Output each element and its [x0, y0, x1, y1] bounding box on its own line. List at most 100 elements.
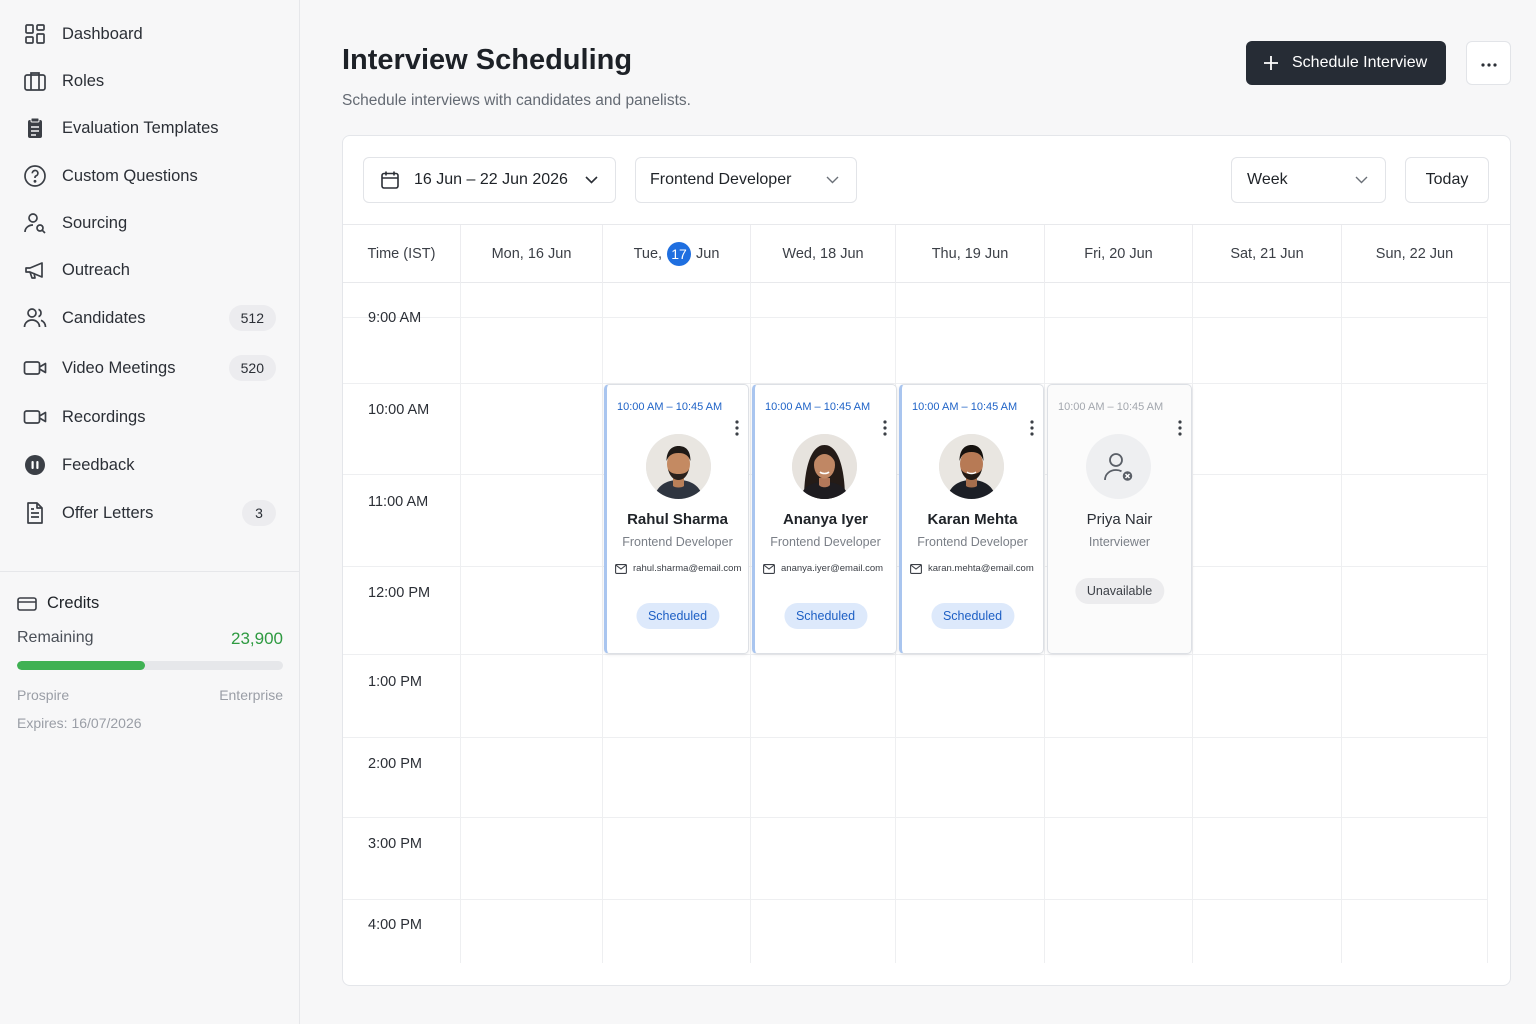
chevron-down-icon: [1355, 173, 1369, 187]
page-title: Interview Scheduling: [342, 44, 633, 76]
calendar-icon: [380, 170, 400, 190]
day-header-tue[interactable]: Tue, 17 Jun: [603, 225, 751, 283]
day-header-thu[interactable]: Thu, 19 Jun: [896, 225, 1045, 283]
time-column-header: Time (IST): [343, 225, 461, 283]
credits-expiry: Expires: 16/07/2026: [17, 715, 142, 731]
count-badge: 3: [242, 500, 276, 526]
day-label: Fri, 20 Jun: [1084, 246, 1153, 262]
candidate-name: Ananya Iyer: [782, 511, 869, 528]
pause-circle-icon: [22, 452, 48, 478]
credits-progress-fill: [17, 661, 145, 670]
sidebar-item-evaluation-templates[interactable]: Evaluation Templates: [22, 108, 276, 148]
sidebar-item-label: Sourcing: [62, 213, 128, 232]
view-select[interactable]: Week: [1231, 157, 1386, 203]
count-badge: 520: [228, 355, 276, 381]
user-search-icon: [22, 210, 48, 236]
sidebar-item-recordings[interactable]: Recordings: [22, 397, 276, 437]
status-badge: Scheduled: [635, 603, 720, 629]
day-label: Mon, 16 Jun: [491, 246, 572, 262]
plus-icon: [1262, 54, 1280, 72]
sidebar-item-label: Candidates: [62, 308, 146, 327]
day-header-sat[interactable]: Sat, 21 Jun: [1193, 225, 1342, 283]
kebab-menu-icon[interactable]: [880, 419, 890, 437]
grid-column-divider: [460, 283, 461, 963]
avatar: [939, 434, 1004, 499]
sidebar-item-label: Evaluation Templates: [62, 118, 219, 137]
kebab-menu-icon[interactable]: [732, 419, 742, 437]
sidebar: Dashboard Roles Evaluation Templates Cus…: [0, 0, 300, 1024]
plan-row: Prospire Enterprise: [17, 687, 283, 703]
time-label: 12:00 PM: [368, 585, 431, 601]
event-time: 10:00 AM – 10:45 AM: [1058, 401, 1164, 413]
mail-icon: [615, 563, 627, 574]
credits-remaining-row: Remaining 23,900: [17, 629, 283, 649]
sidebar-item-video-meetings[interactable]: Video Meetings 520: [22, 348, 276, 388]
count-badge: 512: [228, 305, 276, 331]
grid-column-divider: [1341, 283, 1342, 963]
sidebar-item-candidates[interactable]: Candidates 512: [22, 298, 276, 338]
kebab-menu-icon[interactable]: [1027, 419, 1037, 437]
day-header-mon[interactable]: Mon, 16 Jun: [461, 225, 603, 283]
grid-icon: [22, 21, 48, 47]
grid-hour-line: [343, 899, 1488, 900]
today-button-label: Today: [1425, 171, 1469, 188]
day-header-fri[interactable]: Fri, 20 Jun: [1045, 225, 1193, 283]
sidebar-item-sourcing[interactable]: Sourcing: [22, 203, 276, 243]
time-label: 10:00 AM: [368, 402, 430, 418]
view-value: Week: [1247, 171, 1288, 188]
interview-event-card[interactable]: 10:00 AM – 10:45 AM Rahul Sharma Fronten…: [604, 384, 749, 654]
sidebar-item-outreach[interactable]: Outreach: [22, 250, 276, 290]
sidebar-item-feedback[interactable]: Feedback: [22, 445, 276, 485]
candidate-name: Karan Mehta: [927, 511, 1018, 528]
sidebar-item-offer-letters[interactable]: Offer Letters 3: [22, 493, 276, 533]
today-button[interactable]: Today: [1405, 157, 1489, 203]
mail-icon: [910, 563, 922, 574]
event-time: 10:00 AM – 10:45 AM: [765, 401, 871, 413]
status-badge: Scheduled: [930, 603, 1015, 629]
sidebar-item-custom-questions[interactable]: Custom Questions: [22, 156, 276, 196]
plan-next: Enterprise: [219, 687, 283, 703]
credits-progress-bar: [17, 661, 283, 670]
credit-card-icon: [17, 595, 39, 613]
sidebar-item-label: Roles: [62, 71, 105, 90]
time-label: 4:00 PM: [368, 917, 422, 933]
sidebar-item-label: Video Meetings: [62, 358, 176, 377]
interviewer-name: Priya Nair: [1086, 511, 1153, 528]
ellipsis-icon: [1480, 54, 1498, 72]
status-badge: Scheduled: [783, 603, 868, 629]
time-label: 1:00 PM: [368, 674, 422, 690]
event-time: 10:00 AM – 10:45 AM: [617, 401, 723, 413]
chevron-down-icon: [826, 173, 840, 187]
time-label: 11:00 AM: [368, 494, 429, 510]
date-range-picker[interactable]: 16 Jun – 22 Jun 2026: [363, 157, 616, 203]
day-header-wed[interactable]: Wed, 18 Jun: [751, 225, 896, 283]
user-unavailable-icon: [1086, 434, 1151, 499]
more-options-button[interactable]: [1466, 41, 1511, 85]
sidebar-item-label: Offer Letters: [62, 503, 154, 522]
plan-current: Prospire: [17, 687, 70, 703]
interview-event-card[interactable]: 10:00 AM – 10:45 AM Karan Mehta Frontend…: [899, 384, 1044, 654]
role-filter-select[interactable]: Frontend Developer: [635, 157, 857, 203]
candidate-role: Frontend Developer: [770, 535, 881, 549]
megaphone-icon: [22, 257, 48, 283]
day-label: Tue,: [633, 246, 663, 262]
kebab-menu-icon[interactable]: [1175, 419, 1185, 437]
credits-remaining-value: 23,900: [231, 629, 283, 648]
day-header-sun[interactable]: Sun, 22 Jun: [1342, 225, 1488, 283]
sidebar-item-roles[interactable]: Roles: [22, 61, 276, 101]
sidebar-item-dashboard[interactable]: Dashboard: [22, 14, 276, 54]
grid-column-divider: [1487, 283, 1488, 963]
time-label: 3:00 PM: [368, 836, 422, 852]
briefcase-icon: [22, 68, 48, 94]
schedule-interview-button[interactable]: Schedule Interview: [1246, 41, 1446, 85]
candidate-email: karan.mehta@email.com: [910, 563, 1039, 574]
interviewer-unavailable-card[interactable]: 10:00 AM – 10:45 AM Priya Nair Interview…: [1047, 384, 1192, 654]
interviewer-role: Interviewer: [1088, 535, 1151, 549]
day-label-suffix: Jun: [696, 246, 720, 262]
question-circle-icon: [22, 163, 48, 189]
schedule-interview-label: Schedule Interview: [1292, 54, 1428, 71]
day-label: Thu, 19 Jun: [931, 246, 1009, 262]
time-label: 2:00 PM: [368, 756, 422, 772]
interview-event-card[interactable]: 10:00 AM – 10:45 AM Ananya Iyer Frontend…: [752, 384, 897, 654]
credits-panel: Credits Remaining 23,900 Prospire Enterp…: [0, 571, 299, 731]
